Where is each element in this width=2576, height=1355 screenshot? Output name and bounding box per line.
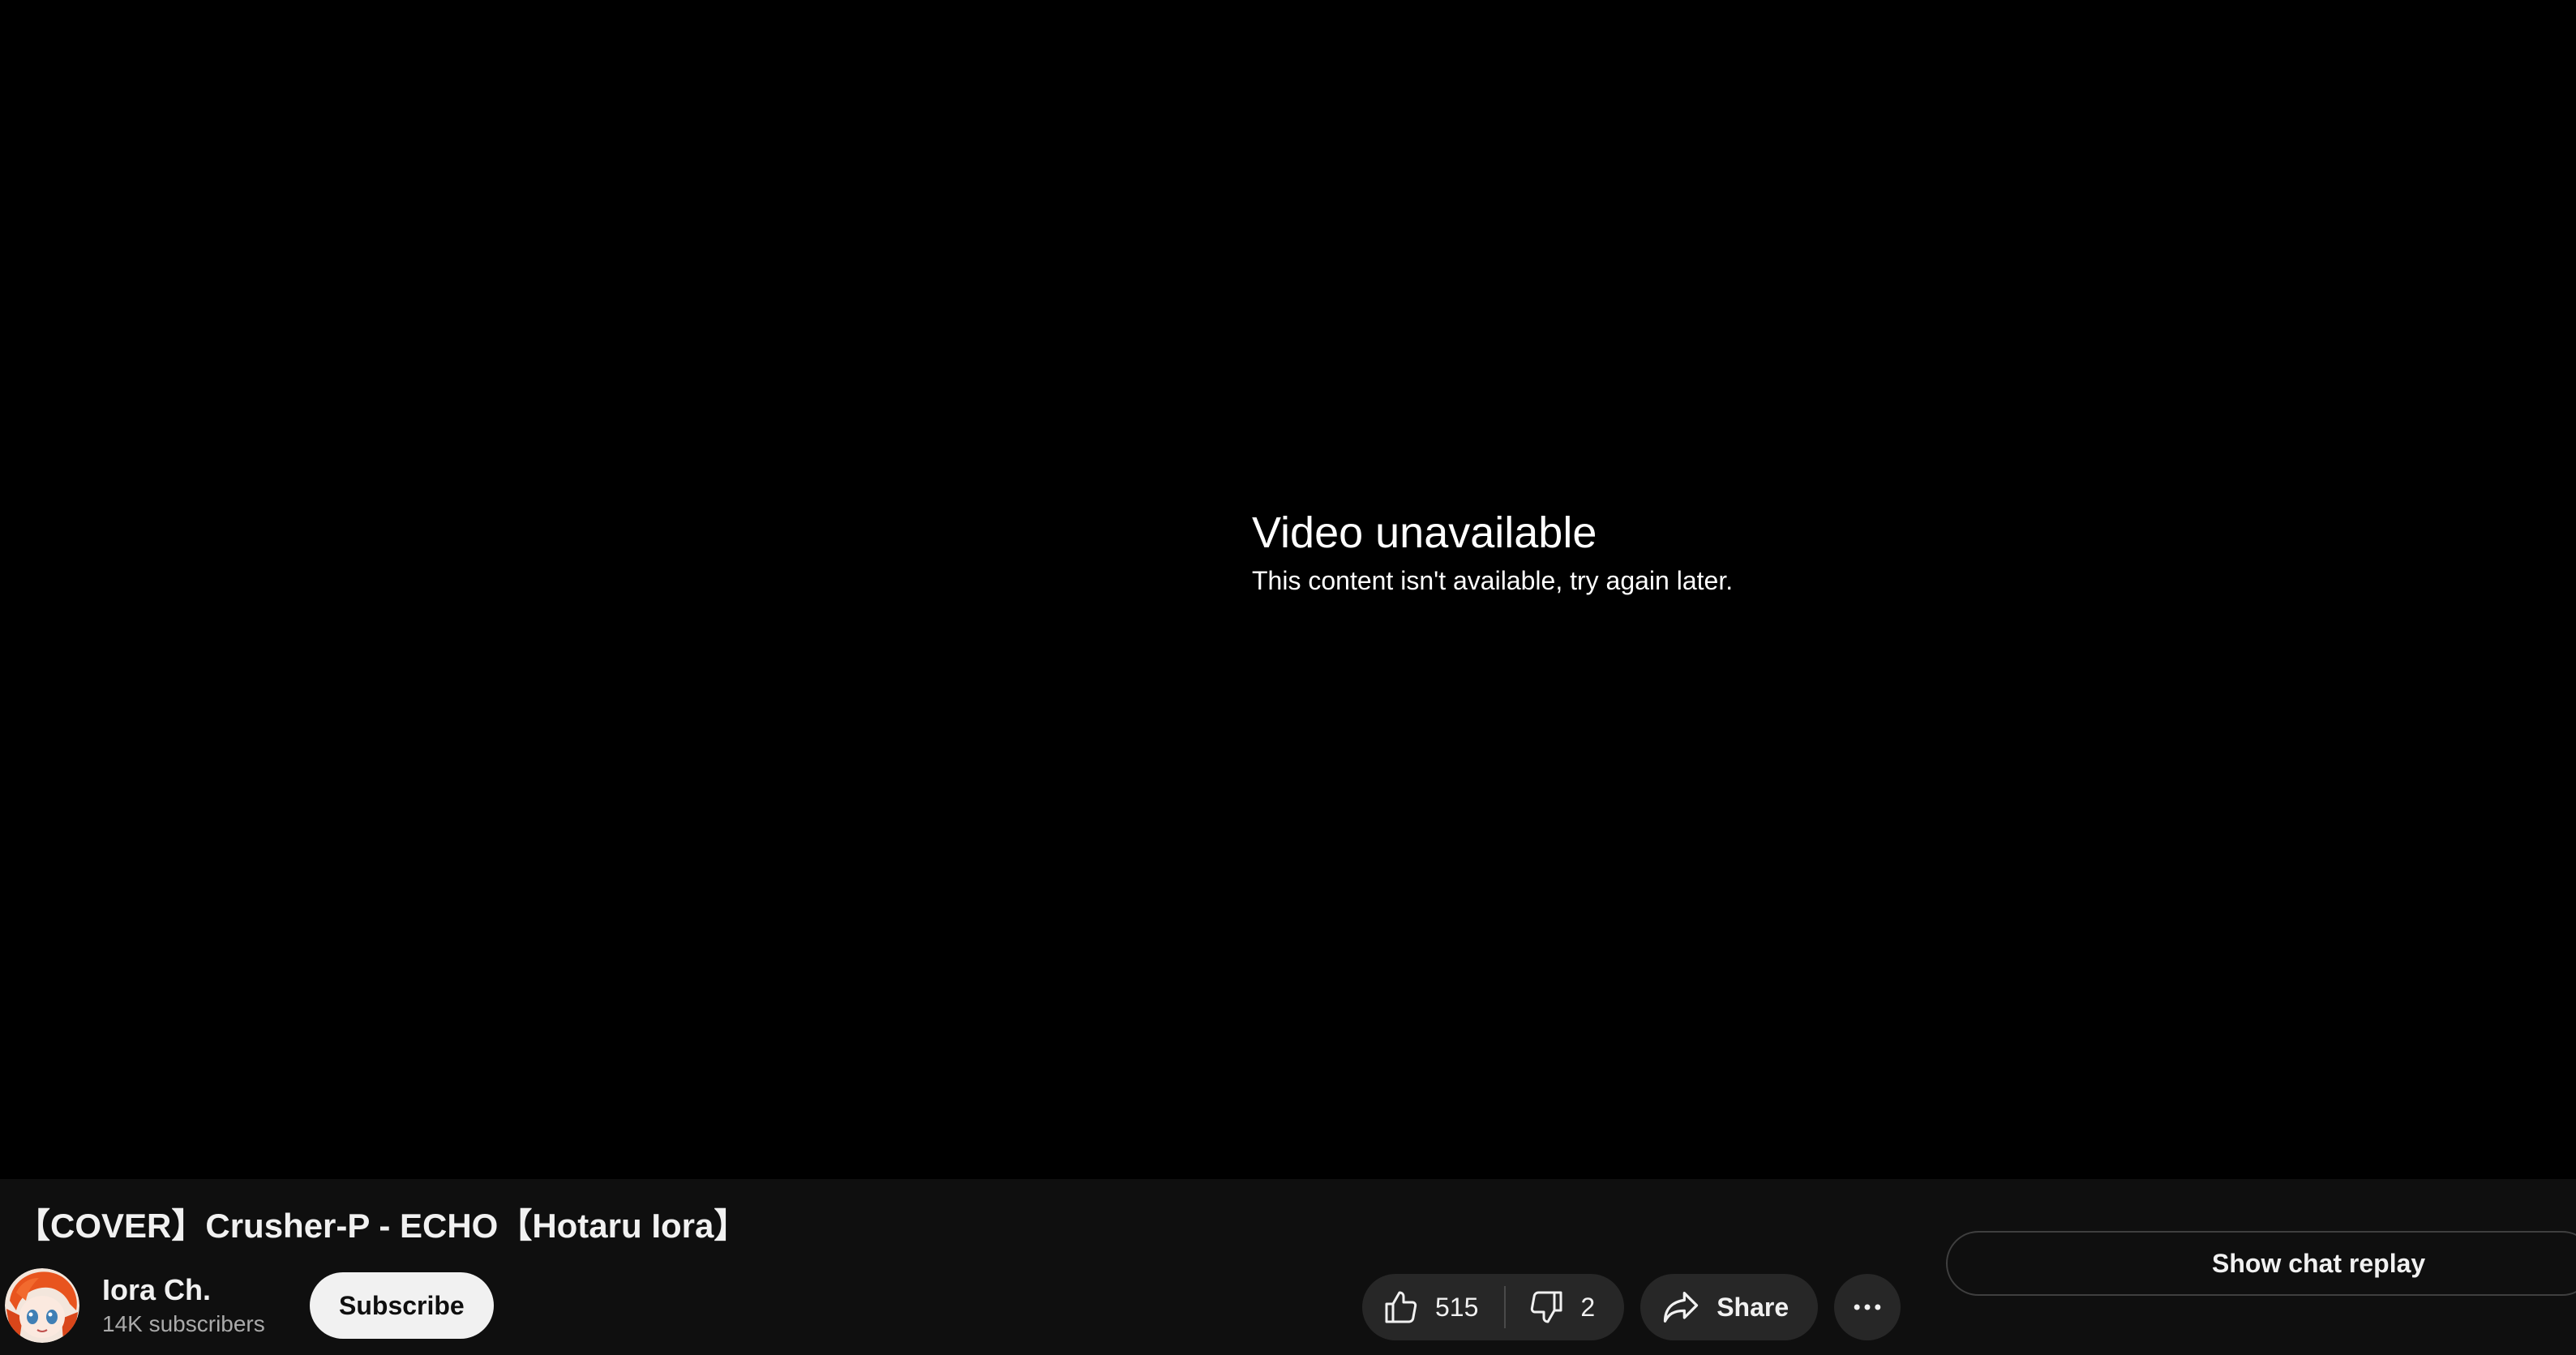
video-player[interactable]: Video unavailable This content isn't ava…: [0, 0, 2576, 1179]
share-arrow-icon: [1660, 1286, 1702, 1328]
channel-name[interactable]: Iora Ch.: [102, 1271, 289, 1309]
video-title: 【COVER】Crusher-P - ECHO【Hotaru Iora】: [16, 1207, 748, 1245]
action-bar: 515 2 Share: [1362, 1274, 1901, 1340]
dislike-button[interactable]: 2: [1506, 1274, 1624, 1340]
thumbs-down-icon: [1527, 1288, 1566, 1327]
share-label: Share: [1717, 1292, 1789, 1322]
like-button[interactable]: 515: [1362, 1274, 1504, 1340]
error-title: Video unavailable: [1252, 508, 1597, 557]
owner-row: Iora Ch. 14K subscribers Subscribe: [0, 1267, 494, 1344]
like-count: 515: [1435, 1292, 1479, 1322]
like-dislike-pill: 515 2: [1362, 1274, 1625, 1340]
channel-avatar-icon[interactable]: [5, 1268, 79, 1343]
more-actions-button[interactable]: [1834, 1274, 1901, 1340]
more-horizontal-icon: [1849, 1289, 1885, 1325]
watch-page: Video unavailable This content isn't ava…: [0, 0, 2576, 1355]
subscriber-count: 14K subscribers: [102, 1311, 265, 1336]
subscribe-button[interactable]: Subscribe: [310, 1272, 494, 1339]
thumbs-up-icon: [1382, 1288, 1421, 1327]
show-chat-replay-button[interactable]: Show chat replay: [1946, 1231, 2576, 1296]
share-button[interactable]: Share: [1640, 1274, 1819, 1340]
channel-info: Iora Ch. 14K subscribers: [102, 1271, 289, 1340]
dislike-count: 2: [1580, 1292, 1596, 1322]
player-error-message: Video unavailable This content isn't ava…: [1252, 503, 1982, 598]
error-subtitle: This content isn't available, try again …: [1252, 566, 1734, 595]
